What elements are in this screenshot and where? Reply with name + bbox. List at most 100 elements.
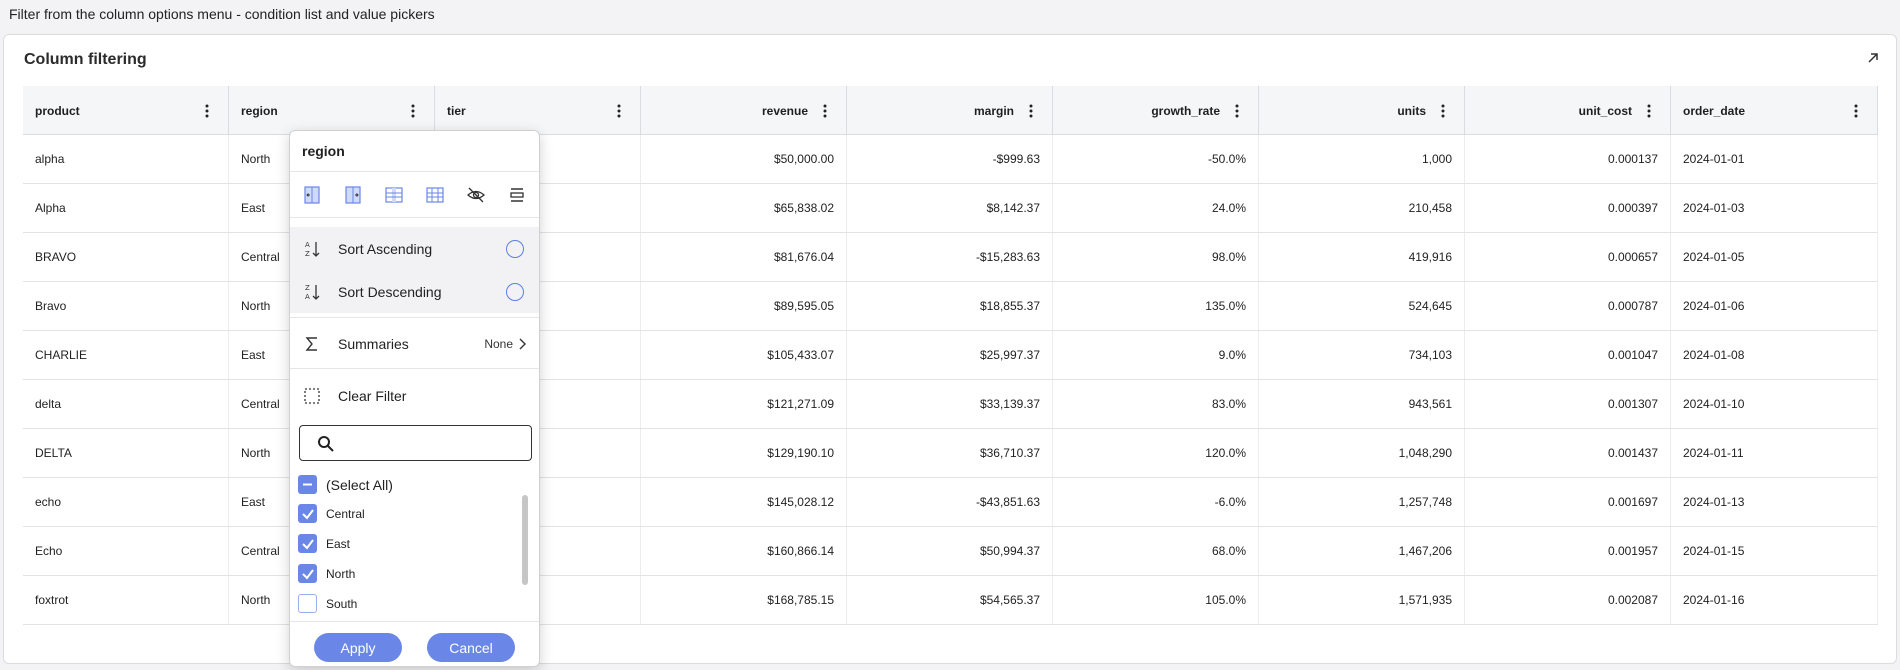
column-header-region[interactable]: region (229, 86, 435, 135)
cell-revenue[interactable]: $121,271.09 (641, 380, 847, 428)
cell-unit_cost[interactable]: 0.000397 (1465, 184, 1671, 232)
column-header-product[interactable]: product (23, 86, 229, 135)
column-header-revenue[interactable]: revenue (641, 86, 847, 135)
cell-unit_cost[interactable]: 0.001047 (1465, 331, 1671, 379)
cell-unit_cost[interactable]: 0.000787 (1465, 282, 1671, 330)
cell-product[interactable]: Echo (23, 527, 229, 575)
value-item[interactable]: Central (298, 504, 365, 523)
cell-growth_rate[interactable]: -6.0% (1053, 478, 1259, 526)
column-menu-kebab-icon[interactable] (1020, 100, 1042, 122)
cell-growth_rate[interactable]: 9.0% (1053, 331, 1259, 379)
cell-order_date[interactable]: 2024-01-10 (1671, 380, 1878, 428)
autosize-icon[interactable] (421, 181, 449, 209)
value-search-field[interactable] (299, 425, 532, 461)
cell-revenue[interactable]: $160,866.14 (641, 527, 847, 575)
cell-order_date[interactable]: 2024-01-01 (1671, 135, 1878, 183)
cell-product[interactable]: delta (23, 380, 229, 428)
cell-unit_cost[interactable]: 0.001437 (1465, 429, 1671, 477)
cell-revenue[interactable]: $81,676.04 (641, 233, 847, 281)
cell-margin[interactable]: -$999.63 (847, 135, 1053, 183)
clear-filter-item[interactable]: Clear Filter (290, 374, 539, 417)
cell-growth_rate[interactable]: 105.0% (1053, 576, 1259, 624)
cell-growth_rate[interactable]: -50.0% (1053, 135, 1259, 183)
select-all-item[interactable]: (Select All) (298, 475, 393, 494)
value-list-scrollbar[interactable] (522, 495, 528, 585)
cell-order_date[interactable]: 2024-01-13 (1671, 478, 1878, 526)
cell-order_date[interactable]: 2024-01-06 (1671, 282, 1878, 330)
value-checkbox[interactable] (298, 564, 317, 583)
cell-product[interactable]: BRAVO (23, 233, 229, 281)
cell-product[interactable]: DELTA (23, 429, 229, 477)
column-menu-kebab-icon[interactable] (1638, 100, 1660, 122)
cell-revenue[interactable]: $50,000.00 (641, 135, 847, 183)
cell-growth_rate[interactable]: 68.0% (1053, 527, 1259, 575)
cell-growth_rate[interactable]: 135.0% (1053, 282, 1259, 330)
cell-revenue[interactable]: $89,595.05 (641, 282, 847, 330)
expand-arrow-icon[interactable] (1864, 49, 1882, 67)
cell-order_date[interactable]: 2024-01-11 (1671, 429, 1878, 477)
column-header-margin[interactable]: margin (847, 86, 1053, 135)
cell-product[interactable]: echo (23, 478, 229, 526)
column-menu-kebab-icon[interactable] (814, 100, 836, 122)
cell-growth_rate[interactable]: 83.0% (1053, 380, 1259, 428)
cell-revenue[interactable]: $65,838.02 (641, 184, 847, 232)
cell-product[interactable]: CHARLIE (23, 331, 229, 379)
cell-units[interactable]: 1,000 (1259, 135, 1465, 183)
cell-product[interactable]: Alpha (23, 184, 229, 232)
cell-units[interactable]: 1,257,748 (1259, 478, 1465, 526)
cell-margin[interactable]: -$43,851.63 (847, 478, 1053, 526)
pin-left-icon[interactable] (298, 181, 326, 209)
cell-growth_rate[interactable]: 24.0% (1053, 184, 1259, 232)
value-checkbox[interactable] (298, 594, 317, 613)
cell-margin[interactable]: $18,855.37 (847, 282, 1053, 330)
cell-units[interactable]: 419,916 (1259, 233, 1465, 281)
cell-product[interactable]: Bravo (23, 282, 229, 330)
cell-order_date[interactable]: 2024-01-16 (1671, 576, 1878, 624)
hide-column-icon[interactable] (462, 181, 490, 209)
value-checkbox[interactable] (298, 534, 317, 553)
apply-button[interactable]: Apply (314, 633, 402, 662)
column-header-tier[interactable]: tier (435, 86, 641, 135)
cell-order_date[interactable]: 2024-01-03 (1671, 184, 1878, 232)
sort-ascending-item[interactable]: AZ Sort Ascending (290, 227, 539, 270)
cell-margin[interactable]: $50,994.37 (847, 527, 1053, 575)
cell-units[interactable]: 524,645 (1259, 282, 1465, 330)
cell-units[interactable]: 943,561 (1259, 380, 1465, 428)
select-all-checkbox[interactable] (298, 475, 317, 494)
cell-product[interactable]: alpha (23, 135, 229, 183)
value-checkbox[interactable] (298, 504, 317, 523)
cancel-button[interactable]: Cancel (427, 633, 515, 662)
column-header-unit_cost[interactable]: unit_cost (1465, 86, 1671, 135)
cell-margin[interactable]: -$15,283.63 (847, 233, 1053, 281)
cell-unit_cost[interactable]: 0.001307 (1465, 380, 1671, 428)
cell-order_date[interactable]: 2024-01-05 (1671, 233, 1878, 281)
cell-unit_cost[interactable]: 0.001957 (1465, 527, 1671, 575)
cell-order_date[interactable]: 2024-01-15 (1671, 527, 1878, 575)
value-item[interactable]: East (298, 534, 350, 553)
cell-unit_cost[interactable]: 0.001697 (1465, 478, 1671, 526)
cell-units[interactable]: 1,048,290 (1259, 429, 1465, 477)
cell-order_date[interactable]: 2024-01-08 (1671, 331, 1878, 379)
cell-margin[interactable]: $8,142.37 (847, 184, 1053, 232)
column-menu-kebab-icon[interactable] (196, 100, 218, 122)
column-header-growth_rate[interactable]: growth_rate (1053, 86, 1259, 135)
cell-margin[interactable]: $54,565.37 (847, 576, 1053, 624)
cell-units[interactable]: 210,458 (1259, 184, 1465, 232)
column-header-order_date[interactable]: order_date (1671, 86, 1878, 135)
cell-product[interactable]: foxtrot (23, 576, 229, 624)
select-column-icon[interactable] (380, 181, 408, 209)
column-menu-kebab-icon[interactable] (608, 100, 630, 122)
summaries-item[interactable]: Summaries None (290, 322, 539, 365)
sort-ascending-radio[interactable] (506, 239, 524, 258)
cell-unit_cost[interactable]: 0.000657 (1465, 233, 1671, 281)
sort-descending-item[interactable]: ZA Sort Descending (290, 270, 539, 313)
column-menu-kebab-icon[interactable] (1432, 100, 1454, 122)
column-menu-kebab-icon[interactable] (402, 100, 424, 122)
column-menu-kebab-icon[interactable] (1226, 100, 1248, 122)
cell-margin[interactable]: $36,710.37 (847, 429, 1053, 477)
cell-units[interactable]: 734,103 (1259, 331, 1465, 379)
value-item[interactable]: South (298, 594, 357, 613)
cell-unit_cost[interactable]: 0.002087 (1465, 576, 1671, 624)
value-search-input[interactable] (344, 432, 524, 454)
cell-unit_cost[interactable]: 0.000137 (1465, 135, 1671, 183)
